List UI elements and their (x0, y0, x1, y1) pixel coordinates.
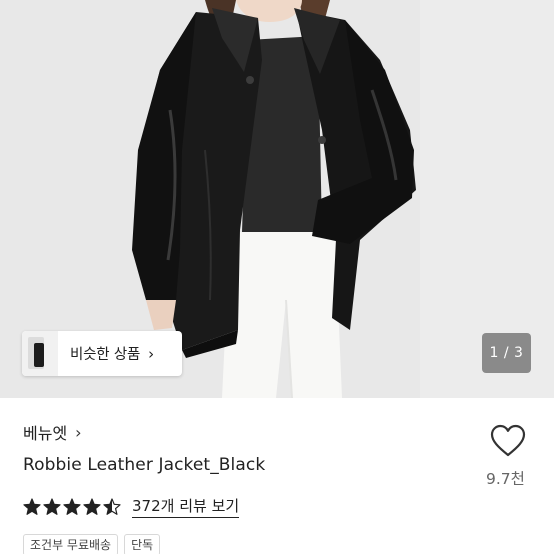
like-count: 9.7천 (486, 470, 525, 488)
product-tag: 조건부 무료배송 (23, 534, 119, 554)
similar-products-label: 비슷한 상품 (70, 347, 141, 363)
review-link[interactable]: 372개 리뷰 보기 (132, 497, 240, 518)
like-button[interactable] (490, 424, 526, 458)
product-tag: 단독 (124, 534, 161, 554)
product-title: Robbie Leather Jacket_Black (23, 455, 266, 475)
chevron-right-icon: › (148, 344, 155, 363)
star-icon (103, 498, 121, 515)
product-image-gallery[interactable]: 비슷한 상품 › 1 / 3 (0, 0, 554, 398)
similar-products-thumbnail (22, 331, 58, 376)
rating-row: 372개 리뷰 보기 (23, 496, 240, 518)
image-page-indicator: 1 / 3 (482, 333, 531, 373)
heart-outline-icon (490, 424, 526, 457)
star-icon (63, 498, 81, 515)
chevron-right-icon: › (75, 422, 82, 442)
star-icon (83, 498, 101, 515)
star-icon (43, 498, 61, 515)
similar-products-button[interactable]: 비슷한 상품 › (22, 331, 182, 376)
star-icon (23, 498, 41, 515)
rating-stars (23, 498, 123, 516)
store-link[interactable]: 베뉴엣 › (23, 420, 82, 444)
store-name: 베뉴엣 (23, 424, 68, 443)
product-tags: 조건부 무료배송 단독 (23, 534, 161, 554)
